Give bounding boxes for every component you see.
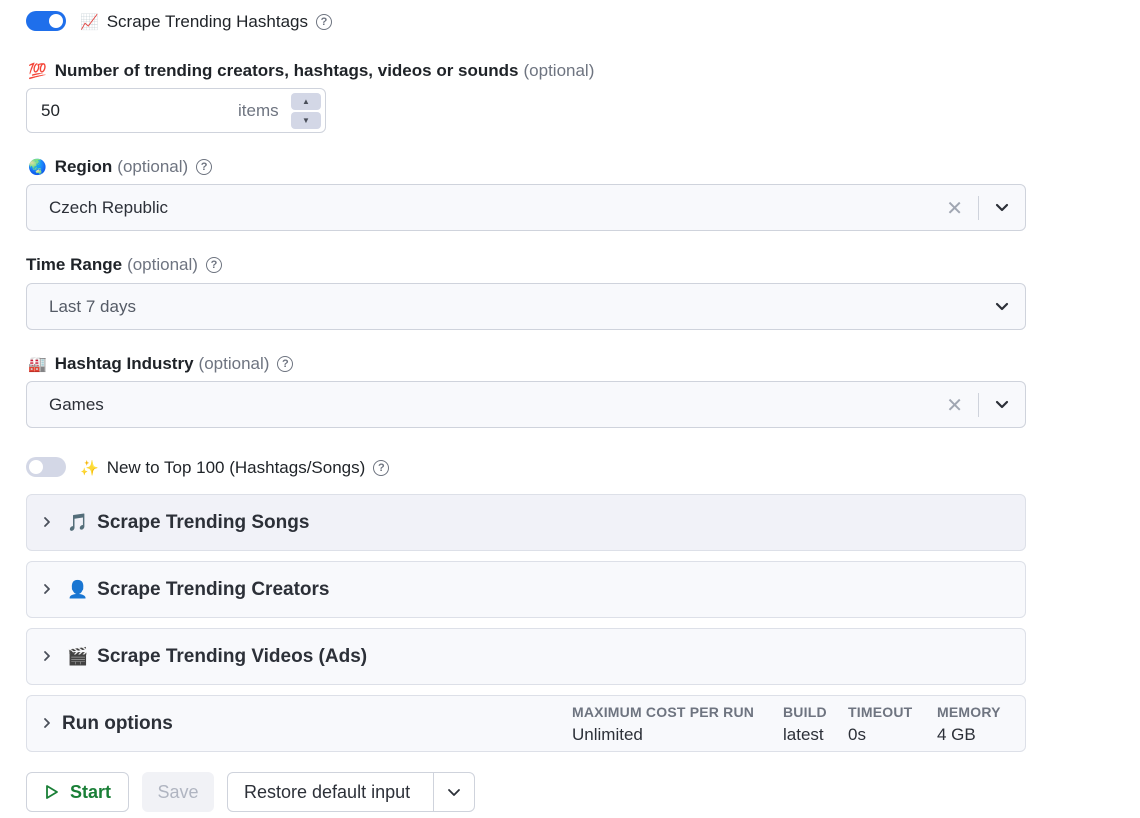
- chevron-down-icon[interactable]: [993, 199, 1011, 217]
- optional-tag: (optional): [127, 255, 198, 274]
- max-cost-column: MAXIMUM COST PER RUN Unlimited: [572, 704, 754, 745]
- optional-tag: (optional): [117, 157, 189, 176]
- toggle-knob: [49, 14, 63, 28]
- time-range-label-row: Time Range (optional) ?: [26, 255, 222, 275]
- chevron-right-icon: [44, 651, 50, 661]
- hashtags-toggle[interactable]: [26, 11, 66, 31]
- sparkles-icon: ✨: [80, 460, 99, 477]
- section-title: 🎵 Scrape Trending Songs: [67, 512, 309, 534]
- memory-label: MEMORY: [937, 704, 1001, 720]
- max-cost-value: Unlimited: [572, 725, 643, 744]
- restore-default-button[interactable]: Restore default input: [227, 772, 475, 812]
- person-icon: 👤: [67, 580, 89, 599]
- chevron-down-icon[interactable]: [993, 396, 1011, 414]
- time-range-select[interactable]: Last 7 days: [26, 283, 1026, 330]
- timeout-value: 0s: [848, 725, 866, 744]
- industry-label: Hashtag Industry: [54, 354, 194, 373]
- music-note-icon: 🎵: [67, 513, 89, 532]
- run-options-title: Run options: [62, 713, 173, 734]
- build-column: BUILD latest: [783, 704, 827, 745]
- factory-icon: 🏭: [28, 356, 47, 373]
- count-field-label: Number of trending creators, hashtags, v…: [54, 61, 519, 80]
- select-divider: [978, 196, 979, 220]
- hashtags-toggle-label-row: 📈 Scrape Trending Hashtags ?: [80, 12, 332, 32]
- chevron-down-icon[interactable]: [446, 784, 462, 800]
- new-top-label: New to Top 100 (Hashtags/Songs): [106, 458, 366, 477]
- count-unit: items: [238, 101, 279, 120]
- chevron-right-icon: [44, 718, 50, 728]
- memory-value: 4 GB: [937, 725, 976, 744]
- count-field-label-row: 💯 Number of trending creators, hashtags,…: [28, 61, 594, 81]
- increment-button[interactable]: ▲: [291, 93, 321, 110]
- decrement-button[interactable]: ▼: [291, 112, 321, 129]
- section-title: 🎬 Scrape Trending Videos (Ads): [67, 646, 367, 668]
- timeout-column: TIMEOUT 0s: [848, 704, 912, 745]
- optional-tag: (optional): [198, 354, 270, 373]
- help-icon[interactable]: ?: [373, 460, 390, 476]
- time-range-value: Last 7 days: [49, 297, 136, 316]
- industry-select[interactable]: Games ✕: [26, 381, 1026, 428]
- new-top-label-row: ✨ New to Top 100 (Hashtags/Songs) ?: [80, 458, 390, 478]
- region-label-row: 🌏 Region (optional) ?: [28, 157, 213, 177]
- help-icon[interactable]: ?: [196, 159, 213, 175]
- time-range-label: Time Range: [26, 255, 123, 274]
- section-songs-title: Scrape Trending Songs: [97, 512, 310, 533]
- industry-label-row: 🏭 Hashtag Industry (optional) ?: [28, 354, 294, 374]
- select-divider: [978, 393, 979, 417]
- clear-icon[interactable]: ✕: [946, 196, 963, 221]
- memory-column: MEMORY 4 GB: [937, 704, 1001, 745]
- region-label: Region: [54, 157, 113, 176]
- restore-button-label: Restore default input: [244, 781, 411, 802]
- clapper-board-icon: 🎬: [67, 647, 89, 666]
- section-songs[interactable]: 🎵 Scrape Trending Songs: [26, 494, 1026, 551]
- timeout-label: TIMEOUT: [848, 704, 913, 720]
- hundred-points-icon: 💯: [28, 63, 47, 80]
- help-icon[interactable]: ?: [315, 14, 332, 30]
- start-button[interactable]: Start: [26, 772, 129, 812]
- section-videos-title: Scrape Trending Videos (Ads): [97, 646, 368, 667]
- chevron-right-icon: [44, 584, 50, 594]
- region-value: Czech Republic: [49, 198, 169, 217]
- count-input-box: items ▲ ▼: [26, 88, 326, 133]
- help-icon[interactable]: ?: [277, 356, 294, 372]
- hashtags-toggle-label: Scrape Trending Hashtags: [106, 12, 308, 31]
- section-creators-title: Scrape Trending Creators: [97, 579, 330, 600]
- region-select[interactable]: Czech Republic ✕: [26, 184, 1026, 231]
- section-creators[interactable]: 👤 Scrape Trending Creators: [26, 561, 1026, 618]
- count-input[interactable]: [41, 101, 221, 121]
- section-videos[interactable]: 🎬 Scrape Trending Videos (Ads): [26, 628, 1026, 685]
- help-icon[interactable]: ?: [205, 257, 222, 273]
- build-value: latest: [783, 725, 824, 744]
- toggle-knob: [29, 460, 43, 474]
- clear-icon[interactable]: ✕: [946, 393, 963, 418]
- industry-value: Games: [49, 395, 104, 414]
- build-label: BUILD: [783, 704, 827, 720]
- chevron-right-icon: [44, 517, 50, 527]
- optional-tag: (optional): [523, 61, 595, 80]
- chevron-down-icon[interactable]: [993, 298, 1011, 316]
- max-cost-label: MAXIMUM COST PER RUN: [572, 704, 755, 720]
- new-top-toggle[interactable]: [26, 457, 66, 477]
- button-divider: [433, 773, 434, 811]
- start-button-label: Start: [70, 781, 112, 802]
- play-icon: [46, 785, 58, 799]
- section-title: 👤 Scrape Trending Creators: [67, 579, 329, 601]
- chart-increasing-icon: 📈: [80, 14, 99, 31]
- globe-icon: 🌏: [28, 159, 47, 176]
- save-button[interactable]: Save: [142, 772, 214, 812]
- section-run-options[interactable]: Run options MAXIMUM COST PER RUN Unlimit…: [26, 695, 1026, 752]
